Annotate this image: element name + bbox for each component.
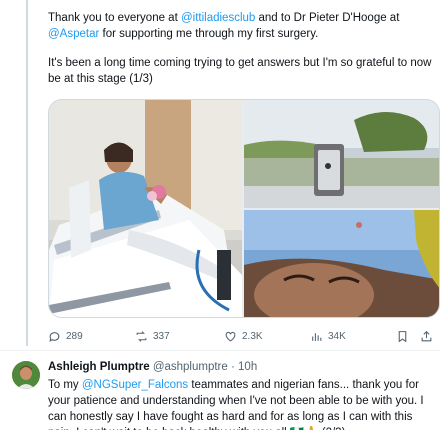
- bookmark-button[interactable]: [396, 326, 409, 346]
- selfie-photo[interactable]: [244, 210, 439, 317]
- header-separator: ·: [230, 361, 235, 373]
- tweet-2-header: Ashleigh Plumptre @ashplumptre · 10h: [48, 360, 438, 375]
- thread-connector-line: [26, 0, 28, 346]
- views-icon: [312, 332, 322, 341]
- media-grid: [48, 99, 440, 318]
- retweet-count: 337: [153, 330, 170, 342]
- mention-link[interactable]: @NGSuper_Falcons: [82, 379, 188, 391]
- tweet-1-text: Thank you to everyone at @ittiladiesclub…: [48, 10, 438, 42]
- tweet-text-segment: and to Dr Pieter D'Hooge at: [255, 12, 400, 24]
- mention-link[interactable]: @Aspetar: [48, 28, 99, 40]
- tweet-text-segment: To my: [48, 379, 82, 391]
- tweet-divider: [0, 350, 440, 351]
- tweet-2-text: To my @NGSuper_Falcons teammates and nig…: [48, 377, 438, 430]
- views-button[interactable]: 34K: [310, 326, 346, 346]
- tweet-text-segment: Thank you to everyone at: [48, 12, 181, 24]
- share-icon: [421, 330, 432, 341]
- retweet-icon: [136, 330, 147, 342]
- retweet-button[interactable]: 337: [135, 326, 170, 346]
- avatar[interactable]: [12, 361, 40, 389]
- tweet-timestamp[interactable]: 10h: [238, 361, 257, 373]
- tweet-2[interactable]: Ashleigh Plumptre @ashplumptre · 10h To …: [48, 360, 438, 430]
- reply-button[interactable]: 289: [48, 326, 83, 346]
- tweet-1-action-bar: 289 337 2.3K 34K: [48, 326, 440, 346]
- author-handle[interactable]: @ashplumptre: [153, 361, 228, 373]
- reply-icon: [49, 331, 60, 342]
- heart-icon: [225, 331, 236, 341]
- reply-count: 289: [66, 330, 83, 342]
- tweet-1[interactable]: Thank you to everyone at @ittiladiesclub…: [48, 10, 438, 87]
- like-button[interactable]: 2.3K: [224, 326, 263, 346]
- tweet-text-segment: for supporting me through my first surge…: [99, 28, 319, 40]
- window-view-photo[interactable]: [244, 100, 439, 208]
- mention-link[interactable]: @ittiladiesclub: [181, 12, 255, 24]
- hospital-bed-photo[interactable]: [49, 100, 242, 317]
- tweet-1-paragraph-2: It's been a long time coming trying to g…: [48, 57, 432, 85]
- like-count: 2.3K: [242, 330, 263, 342]
- views-count: 34K: [328, 330, 346, 342]
- share-button[interactable]: [420, 326, 433, 346]
- bookmark-icon: [398, 330, 407, 342]
- author-name[interactable]: Ashleigh Plumptre: [48, 361, 150, 373]
